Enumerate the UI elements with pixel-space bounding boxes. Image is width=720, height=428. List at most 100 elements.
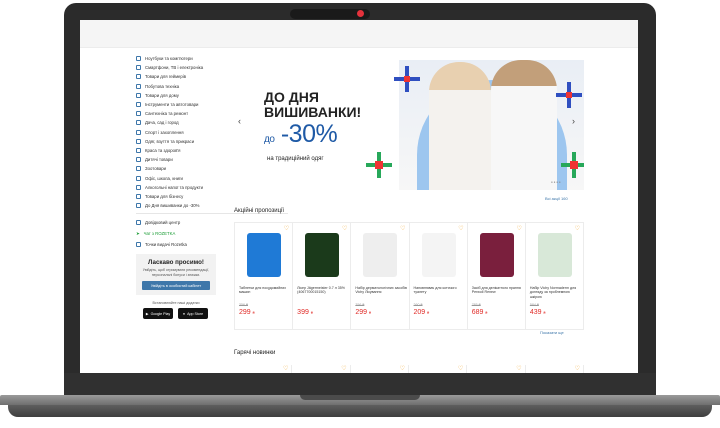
laptop-bezel-bottom — [64, 373, 656, 395]
new-product-card[interactable]: ♡ — [526, 365, 584, 373]
google-play-badge[interactable]: ▶ Google Play — [143, 308, 173, 319]
new-product-card[interactable]: ♡ — [292, 365, 351, 373]
embroidery-pattern-bottom-right — [561, 152, 584, 178]
heart-icon: ♡ — [457, 366, 464, 372]
apple-icon: ● — [182, 311, 186, 316]
man-in-vyshyvanka — [491, 60, 557, 190]
heart-icon[interactable]: ♡ — [342, 225, 347, 232]
pickup-label: Точки видачі Rozetka — [145, 242, 187, 248]
category-icon — [136, 120, 141, 126]
new-product-card[interactable]: ♡ — [409, 365, 468, 373]
category-icon — [136, 92, 141, 98]
product-card[interactable]: ♡ Набір Vichy Normaderm для догляду за пр… — [525, 222, 585, 330]
product-image[interactable] — [247, 233, 281, 277]
promo-section-title: Акційні пропозиції — [234, 208, 285, 214]
product-card[interactable]: ♡ Наповнювач для котячого туалету 260 ₴ 209… — [409, 222, 468, 330]
new-product-card[interactable]: ♡ — [351, 365, 409, 373]
product-name[interactable]: Наповнювач для котячого туалету — [414, 286, 466, 295]
category-icon — [136, 83, 141, 89]
category-label: Дитячі товари — [145, 157, 173, 163]
product-image[interactable] — [479, 233, 514, 277]
category-label: Одяг, взуття та прикраси — [145, 138, 195, 144]
product-carousel: ♡ Таблетки для посудомийних машин 356 ₴ 299… — [234, 222, 585, 330]
heart-icon: ♡ — [399, 366, 405, 372]
heart-icon: ♡ — [282, 366, 289, 372]
product-old-price: 356 ₴ — [355, 303, 365, 307]
category-icon — [136, 56, 141, 62]
category-label: Краса та здоров'я — [145, 147, 181, 153]
category-icon — [136, 102, 141, 108]
product-card[interactable]: ♡ Таблетки для посудомийних машин 356 ₴ 299… — [234, 222, 294, 330]
category-icon — [136, 203, 141, 209]
category-icon — [136, 166, 141, 172]
welcome-title: Ласкаво просимо! — [148, 259, 204, 267]
pickup-icon — [136, 242, 141, 248]
product-image[interactable] — [537, 233, 572, 277]
category-label: Ноутбуки та комп'ютери — [145, 56, 193, 62]
heart-icon[interactable]: ♡ — [458, 225, 463, 232]
promo-banner[interactable]: ДО ДНЯ ВИШИВАНКИ! до -30% на традиційний … — [234, 60, 584, 190]
heart-icon[interactable]: ♡ — [284, 225, 289, 232]
play-icon: ▶ — [145, 311, 149, 316]
telegram-icon: ➤ — [136, 230, 140, 236]
heart-icon[interactable]: ♡ — [400, 225, 405, 232]
category-icon — [136, 147, 141, 153]
chat-label: Чат з ROZETKA — [143, 231, 176, 237]
login-button[interactable]: Увійдіть в особистий кабінет — [142, 281, 210, 290]
product-image[interactable] — [363, 233, 398, 277]
welcome-box: Ласкаво просимо! Увійдіть, щоб отримуват… — [136, 254, 216, 295]
heart-icon: ♡ — [574, 366, 580, 372]
product-image[interactable] — [421, 233, 456, 277]
product-price: 209 ₴ — [413, 309, 430, 316]
product-price: 399 ₴ — [297, 309, 313, 316]
category-label: Товари для бізнесу — [145, 193, 184, 199]
embroidery-pattern-top — [394, 66, 420, 92]
banner-dots[interactable]: ● ● ● ● — [551, 180, 561, 184]
app-store-badge[interactable]: ● App Store — [178, 308, 208, 319]
heart-icon: ♡ — [516, 366, 522, 372]
category-icon — [136, 74, 141, 80]
product-name[interactable]: Набір Vichy Normaderm для догляду за про… — [530, 286, 582, 299]
embroidery-pattern-left — [366, 152, 392, 178]
heart-icon[interactable]: ♡ — [575, 225, 580, 232]
welcome-text: Увійдіть, щоб отримувати рекомендації, п… — [142, 268, 210, 277]
category-label: Спорт і захоплення — [145, 129, 184, 135]
product-price: 439 ₴ — [529, 309, 546, 316]
category-icon — [136, 65, 141, 71]
category-label: Дача, сад і город — [145, 120, 179, 126]
show-more-link[interactable]: Показати ще — [540, 330, 564, 335]
product-old-price: 260 ₴ — [413, 303, 423, 307]
category-label: Побутова техніка — [145, 83, 180, 89]
product-old-price: 584 ₴ — [529, 303, 539, 307]
heart-icon: ♡ — [341, 366, 347, 372]
product-name[interactable]: Лікер Jägermeister 0.7 л 35% (4067700015… — [297, 286, 349, 295]
new-section-title: Гарячі новинки — [234, 350, 276, 356]
banner-subtitle: на традиційний одяг — [267, 156, 324, 162]
new-product-card[interactable]: ♡ — [467, 365, 526, 373]
product-name[interactable]: Набір дерматологічних засобів Vichy Ліку… — [355, 286, 407, 295]
heart-icon[interactable]: ♡ — [516, 225, 521, 232]
product-price: 689 ₴ — [471, 309, 488, 316]
product-card[interactable]: ♡ Засіб для делікатного прання Perwoll Re… — [467, 222, 526, 330]
banner-prev-arrow[interactable]: ‹ — [238, 116, 241, 126]
product-card[interactable]: ♡ Набір дерматологічних засобів Vichy Лік… — [351, 222, 410, 330]
all-promos-link[interactable]: Всі акції 160 — [545, 196, 568, 201]
category-label: Офіс, школа, книги — [145, 175, 183, 181]
category-icon — [136, 175, 141, 181]
category-icon — [136, 184, 141, 190]
new-product-card[interactable]: ♡ — [234, 365, 293, 373]
category-label: Смартфони, ТВ і електроніка — [145, 65, 204, 71]
product-name[interactable]: Таблетки для посудомийних машин — [239, 286, 291, 295]
banner-next-arrow[interactable]: › — [572, 116, 575, 126]
woman-in-vyshyvanka — [429, 62, 491, 190]
category-label: Товари для геймерів — [145, 74, 187, 80]
product-name[interactable]: Засіб для делікатного прання Perwoll Ren… — [472, 286, 524, 295]
category-label: Інструменти та автотовари — [145, 102, 199, 108]
product-image[interactable] — [305, 233, 340, 277]
category-label: Товари для дому — [145, 92, 179, 98]
category-icon — [136, 111, 141, 117]
category-label: До Дня вишиванки до -30% — [145, 203, 200, 209]
product-price: 299 ₴ — [355, 309, 371, 316]
sidebar-category[interactable]: Товари для бізнесу — [136, 192, 288, 201]
product-card[interactable]: ♡ Лікер Jägermeister 0.7 л 35% (406770001… — [293, 222, 352, 330]
